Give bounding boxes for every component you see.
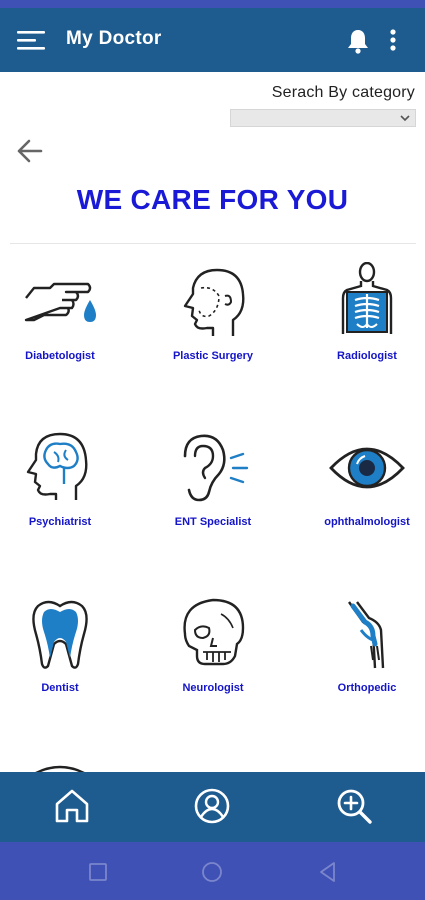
specialist-tile-neurologist[interactable]: Neurologist [148, 594, 278, 734]
specialist-label: ophthalmologist [324, 516, 410, 528]
square-icon [89, 863, 107, 881]
recents-button[interactable] [86, 860, 110, 884]
specialist-tile-psychiatrist[interactable]: Psychiatrist [0, 428, 125, 568]
chevron-down-icon [400, 115, 410, 122]
nav-home-button[interactable] [52, 786, 92, 826]
face-profile-icon [183, 268, 245, 336]
brain-head-icon [26, 432, 88, 500]
hamburger-menu-icon [17, 31, 45, 50]
specialist-label: Neurologist [182, 682, 244, 694]
profile-icon [194, 788, 230, 824]
bottom-navigation [0, 772, 425, 842]
specialist-label: Dentist [41, 682, 79, 694]
specialist-tile-diabetologist[interactable]: Diabetologist [0, 262, 125, 402]
specialist-label: Plastic Surgery [172, 350, 254, 362]
back-button[interactable] [16, 138, 44, 164]
home-system-button[interactable] [200, 860, 224, 884]
notifications-button[interactable] [346, 28, 370, 54]
back-system-button[interactable] [316, 860, 340, 884]
skull-icon [183, 598, 245, 666]
zoom-search-icon [337, 789, 372, 824]
eye-icon [329, 447, 405, 489]
menu-button[interactable] [16, 28, 48, 52]
specialist-tile-plastic-surgery[interactable]: Plastic Surgery [148, 262, 278, 402]
specialist-tile-radiologist[interactable]: Radiologist [302, 262, 425, 402]
nav-search-button[interactable] [334, 786, 374, 826]
tooth-icon [32, 600, 88, 669]
specialist-tile-dentist[interactable]: Dentist [0, 594, 125, 734]
ear-icon [183, 434, 249, 502]
specialist-label: Diabetologist [25, 350, 95, 362]
circle-icon [202, 862, 222, 882]
specialist-tile-orthopedic[interactable]: Orthopedic [302, 594, 425, 734]
specialist-label: ENT Specialist [174, 516, 252, 528]
home-icon [55, 789, 89, 823]
overflow-menu-button[interactable] [384, 28, 402, 54]
specialist-grid: Diabetologist Plastic Surgery Radiologis… [0, 0, 425, 900]
status-bar [0, 0, 425, 8]
bell-icon [348, 30, 368, 54]
specialist-label: Radiologist [337, 350, 397, 362]
divider [10, 243, 416, 244]
app-bar: My Doctor [0, 8, 425, 72]
search-category-label: Serach By category [271, 84, 415, 101]
xray-icon [341, 262, 393, 334]
more-vertical-icon [390, 29, 396, 51]
category-dropdown[interactable] [230, 109, 416, 127]
page-headline: WE CARE FOR YOU [76, 184, 349, 215]
specialist-tile-ophthalmologist[interactable]: ophthalmologist [302, 428, 425, 568]
specialist-label: Orthopedic [337, 682, 397, 694]
knee-joint-icon [348, 601, 385, 669]
nav-profile-button[interactable] [192, 786, 232, 826]
specialist-tile-ent[interactable]: ENT Specialist [148, 428, 278, 568]
partial-icon [35, 765, 85, 772]
hand-drop-icon [24, 282, 96, 322]
specialist-tile-partial[interactable] [0, 760, 125, 772]
specialist-label: Psychiatrist [28, 516, 92, 528]
app-title: My Doctor [66, 28, 162, 49]
arrow-left-icon [17, 139, 43, 163]
system-navigation-bar [0, 842, 425, 900]
triangle-back-icon [320, 862, 335, 882]
